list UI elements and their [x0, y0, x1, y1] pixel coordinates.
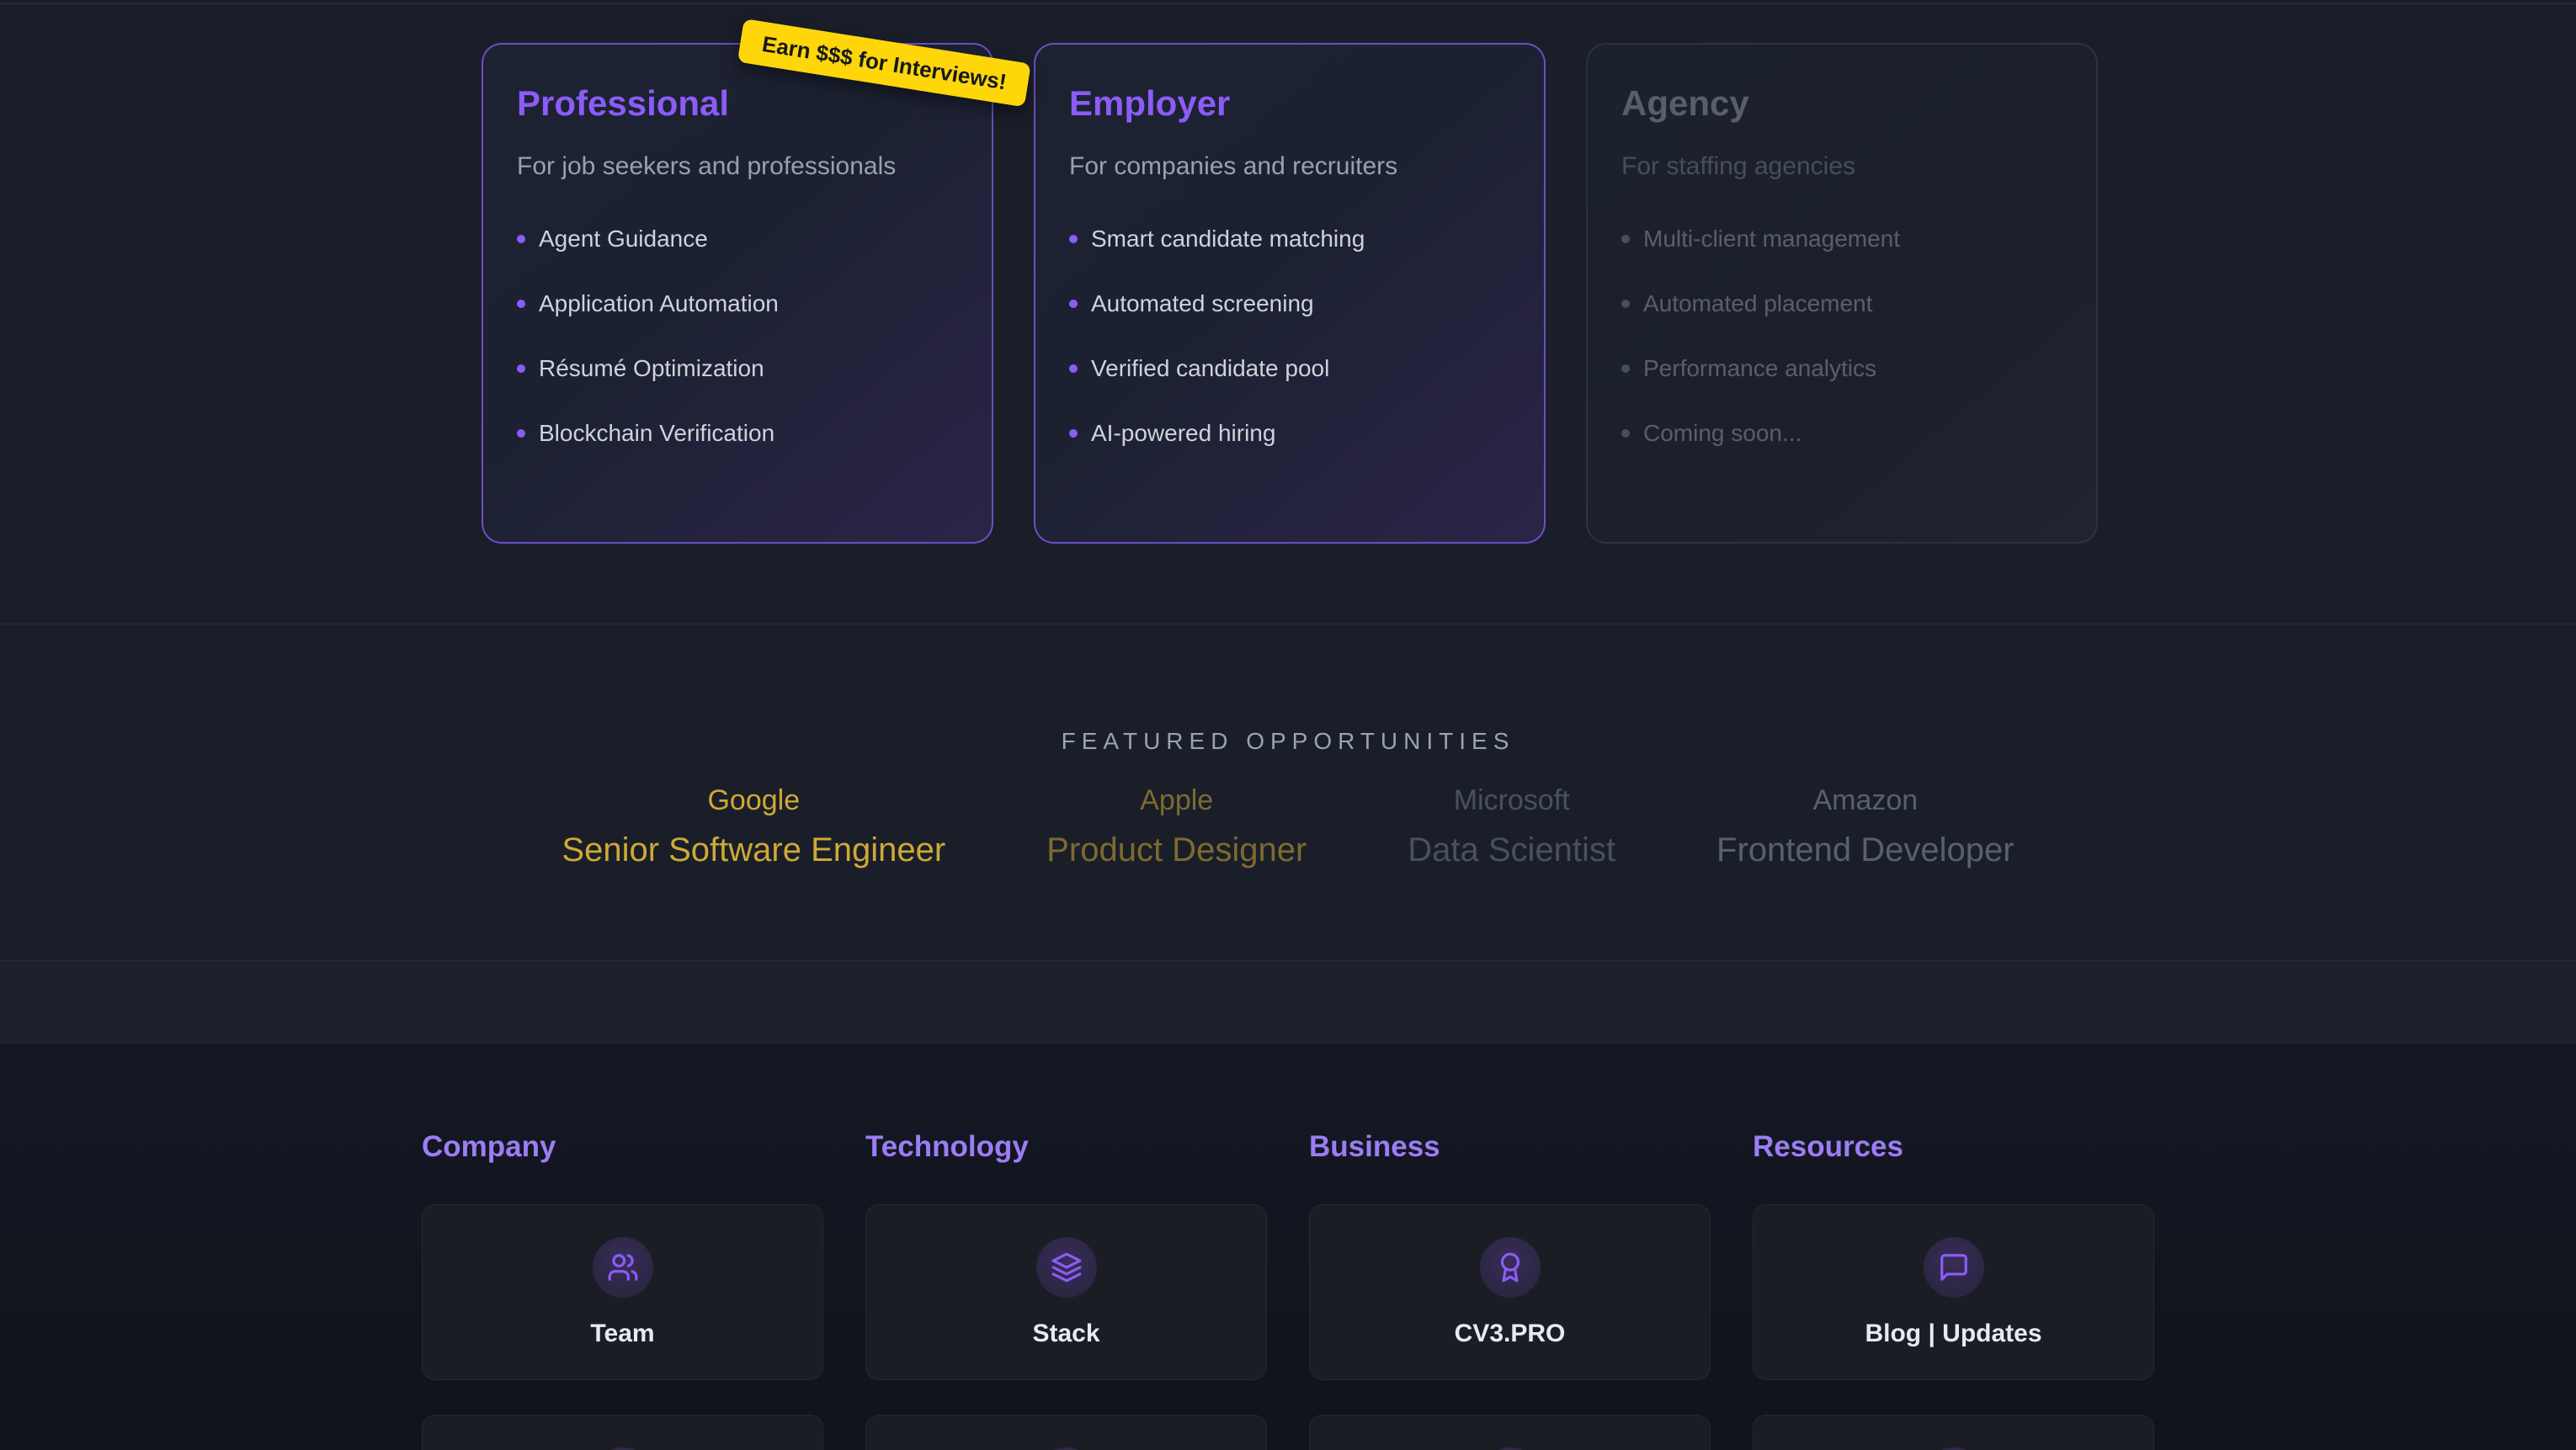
- featured-role: Data Scientist: [1408, 829, 1615, 871]
- feature-item: Automated placement: [1621, 271, 2062, 336]
- featured-role: Frontend Developer: [1716, 829, 2014, 871]
- featured-item[interactable]: Apple Product Designer: [1046, 783, 1307, 871]
- plan-card-employer[interactable]: Employer For companies and recruiters Sm…: [1034, 43, 1546, 544]
- featured-role: Product Designer: [1046, 829, 1307, 871]
- icon-circle: [593, 1237, 653, 1298]
- plan-feature-list: Agent Guidance Application Automation Ré…: [517, 206, 958, 465]
- feature-item: Verified candidate pool: [1069, 336, 1510, 401]
- feature-item: Coming soon...: [1621, 401, 2062, 465]
- feature-label: Coming soon...: [1643, 420, 1802, 447]
- plan-title: Employer: [1069, 82, 1510, 125]
- plans-section: Professional For job seekers and profess…: [0, 0, 2576, 624]
- footer-card-partial[interactable]: [422, 1415, 823, 1450]
- icon-circle: [1480, 1237, 1541, 1298]
- feature-label: Multi-client management: [1643, 226, 1900, 252]
- feature-item: Automated screening: [1069, 271, 1510, 336]
- bullet-dot-icon: [1069, 235, 1078, 243]
- footer-card-cv3pro[interactable]: CV3.PRO: [1309, 1204, 1711, 1380]
- footer-card-label: Team: [423, 1320, 822, 1348]
- footer-card-stack[interactable]: Stack: [865, 1204, 1267, 1380]
- footer-column-resources: Resources Blog | Updates: [1753, 1044, 2154, 1450]
- feature-label: Automated screening: [1091, 290, 1314, 317]
- footer-column-title: Business: [1309, 1129, 1711, 1165]
- plan-title: Professional: [517, 82, 958, 125]
- bullet-dot-icon: [1069, 429, 1078, 438]
- plan-card-body: Employer For companies and recruiters Sm…: [1069, 82, 1510, 465]
- plan-card-body: Professional For job seekers and profess…: [517, 82, 958, 465]
- feature-item: Résumé Optimization: [517, 336, 958, 401]
- plan-card-agency[interactable]: Agency For staffing agencies Multi-clien…: [1586, 43, 2098, 544]
- bullet-dot-icon: [1069, 364, 1078, 373]
- bullet-dot-icon: [1621, 364, 1630, 373]
- feature-label: Résumé Optimization: [539, 355, 764, 382]
- featured-item[interactable]: Amazon Frontend Developer: [1716, 783, 2014, 871]
- featured-company: Amazon: [1716, 783, 2014, 817]
- plan-feature-list: Smart candidate matching Automated scree…: [1069, 206, 1510, 465]
- footer-column-title: Resources: [1753, 1129, 2154, 1165]
- footer-card-partial[interactable]: [1309, 1415, 1711, 1450]
- bullet-dot-icon: [517, 364, 525, 373]
- feature-label: Verified candidate pool: [1091, 355, 1329, 382]
- footer-column-technology: Technology Stack: [865, 1044, 1267, 1450]
- plan-tagline: For companies and recruiters: [1069, 151, 1510, 183]
- feature-item: Application Automation: [517, 271, 958, 336]
- bullet-dot-icon: [1621, 300, 1630, 308]
- plan-feature-list: Multi-client management Automated placem…: [1621, 206, 2062, 465]
- featured-item[interactable]: Microsoft Data Scientist: [1408, 783, 1615, 871]
- award-icon: [1494, 1251, 1526, 1283]
- footer-card-label: CV3.PRO: [1310, 1320, 1710, 1348]
- feature-item: AI-powered hiring: [1069, 401, 1510, 465]
- plan-card-professional[interactable]: Professional For job seekers and profess…: [482, 43, 993, 544]
- plan-tagline: For job seekers and professionals: [517, 151, 958, 183]
- featured-carousel: Google Senior Software Engineer Apple Pr…: [0, 783, 2576, 871]
- footer-column-business: Business CV3.PRO: [1309, 1044, 1711, 1450]
- featured-company: Apple: [1046, 783, 1307, 817]
- feature-item: Blockchain Verification: [517, 401, 958, 465]
- footer-column-company: Company Team: [422, 1044, 823, 1450]
- featured-role: Senior Software Engineer: [562, 829, 945, 871]
- feature-label: Smart candidate matching: [1091, 226, 1365, 252]
- footer-card-label: Stack: [866, 1320, 1266, 1348]
- featured-item[interactable]: Google Senior Software Engineer: [562, 783, 945, 871]
- layers-icon: [1051, 1251, 1083, 1283]
- footer-card-partial[interactable]: [1753, 1415, 2154, 1450]
- message-square-icon: [1938, 1251, 1970, 1283]
- footer-column-title: Company: [422, 1129, 823, 1165]
- page: Professional For job seekers and profess…: [0, 0, 2576, 1450]
- icon-circle: [1036, 1237, 1097, 1298]
- bullet-dot-icon: [1621, 429, 1630, 438]
- bullet-dot-icon: [517, 235, 525, 243]
- feature-item: Performance analytics: [1621, 336, 2062, 401]
- icon-circle: [1924, 1237, 1984, 1298]
- footer-column-title: Technology: [865, 1129, 1267, 1165]
- feature-label: Performance analytics: [1643, 355, 1876, 382]
- featured-title: FEATURED OPPORTUNITIES: [0, 728, 2576, 755]
- featured-company: Google: [562, 783, 945, 817]
- featured-section: FEATURED OPPORTUNITIES Google Senior Sof…: [0, 624, 2576, 961]
- feature-label: Automated placement: [1643, 290, 1872, 317]
- feature-item: Smart candidate matching: [1069, 206, 1510, 271]
- feature-item: Agent Guidance: [517, 206, 958, 271]
- feature-item: Multi-client management: [1621, 206, 2062, 271]
- feature-label: Application Automation: [539, 290, 779, 317]
- bullet-dot-icon: [517, 429, 525, 438]
- plan-title: Agency: [1621, 82, 2062, 125]
- bullet-dot-icon: [1069, 300, 1078, 308]
- feature-label: Blockchain Verification: [539, 420, 774, 447]
- feature-label: AI-powered hiring: [1091, 420, 1275, 447]
- featured-company: Microsoft: [1408, 783, 1615, 817]
- footer-card-blog[interactable]: Blog | Updates: [1753, 1204, 2154, 1380]
- bullet-dot-icon: [1621, 235, 1630, 243]
- bullet-dot-icon: [517, 300, 525, 308]
- footer: Company Team Technology: [0, 1044, 2576, 1450]
- plan-tagline: For staffing agencies: [1621, 151, 2062, 183]
- footer-card-label: Blog | Updates: [1754, 1320, 2153, 1348]
- plan-card-body: Agency For staffing agencies Multi-clien…: [1621, 82, 2062, 465]
- users-icon: [607, 1251, 639, 1283]
- spacer-strip: [0, 961, 2576, 1044]
- footer-columns: Company Team Technology: [422, 1044, 2154, 1450]
- footer-card-partial[interactable]: [865, 1415, 1267, 1450]
- feature-label: Agent Guidance: [539, 226, 708, 252]
- footer-card-team[interactable]: Team: [422, 1204, 823, 1380]
